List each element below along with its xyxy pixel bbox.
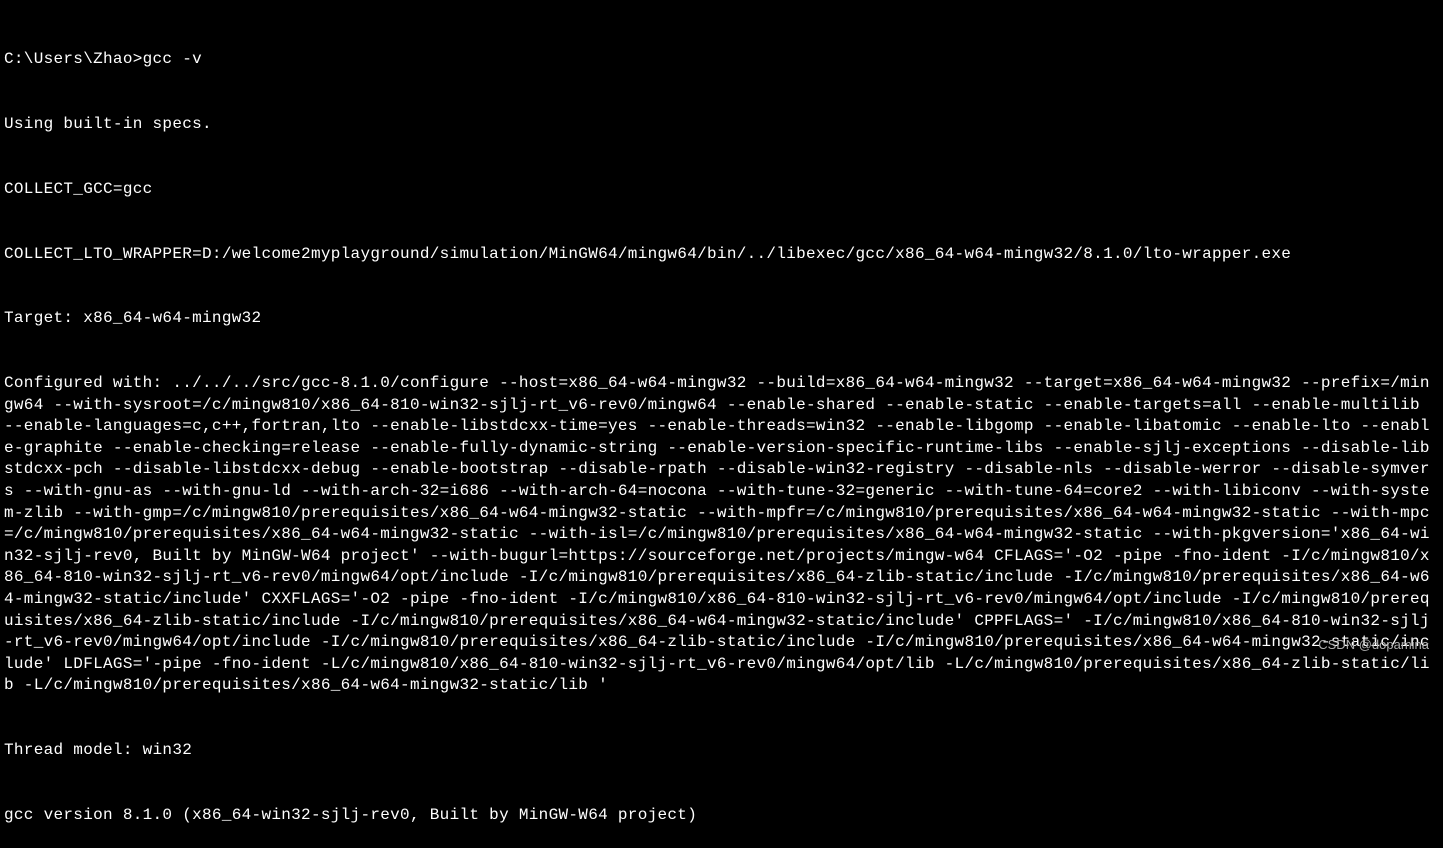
terminal-window[interactable]: C:\Users\Zhao>gcc -v Using built-in spec… — [4, 6, 1439, 848]
output-line: COLLECT_LTO_WRAPPER=D:/welcome2myplaygro… — [4, 244, 1439, 266]
output-line: Configured with: ../../../src/gcc-8.1.0/… — [4, 373, 1439, 697]
output-line: Target: x86_64-w64-mingw32 — [4, 308, 1439, 330]
output-line: Using built-in specs. — [4, 114, 1439, 136]
output-line: gcc version 8.1.0 (x86_64-win32-sjlj-rev… — [4, 805, 1439, 827]
output-line: Thread model: win32 — [4, 740, 1439, 762]
output-line: COLLECT_GCC=gcc — [4, 179, 1439, 201]
command-line: C:\Users\Zhao>gcc -v — [4, 49, 1439, 71]
command: gcc -v — [143, 50, 202, 68]
watermark: CSDN @dopamina — [1318, 636, 1429, 654]
prompt: C:\Users\Zhao> — [4, 50, 143, 68]
